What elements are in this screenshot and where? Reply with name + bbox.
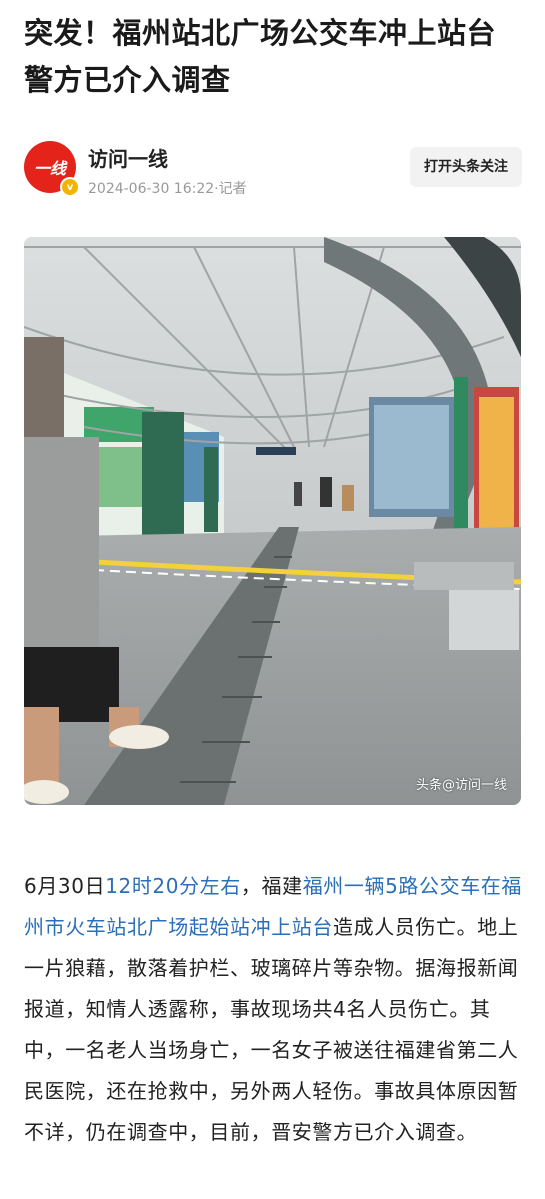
body-text-segment: ，福建 [240, 874, 303, 898]
author-row: 一线 v 访问一线 2024-06-30 16:22·记者 打开头条关注 [24, 141, 522, 199]
body-text-segment: 造成人员伤亡。地上一片狼藉，散落着护栏、玻璃碎片等杂物。据海报新闻报道，知情人透… [24, 915, 519, 1144]
highlight-time-link[interactable]: 12时20分左右 [105, 874, 241, 898]
verified-badge-icon: v [60, 177, 80, 197]
publish-meta: 2024-06-30 16:22·记者 [88, 181, 247, 197]
article-body: 6月30日12时20分左右，福建福州一辆5路公交车在福州市火车站北广场起始站冲上… [24, 866, 524, 1153]
photo-watermark: 头条@访问一线 [415, 778, 507, 793]
author-name[interactable]: 访问一线 [88, 143, 168, 172]
article-title: 突发！福州站北广场公交车冲上站台 警方已介入调查 [24, 16, 497, 97]
body-date: 6月30日 [24, 874, 106, 898]
news-photo[interactable]: 头条@访问一线 [24, 237, 521, 805]
follow-button[interactable]: 打开头条关注 [410, 147, 522, 187]
avatar-text: 一线 [33, 159, 66, 178]
bus-platform-photo [24, 237, 521, 805]
